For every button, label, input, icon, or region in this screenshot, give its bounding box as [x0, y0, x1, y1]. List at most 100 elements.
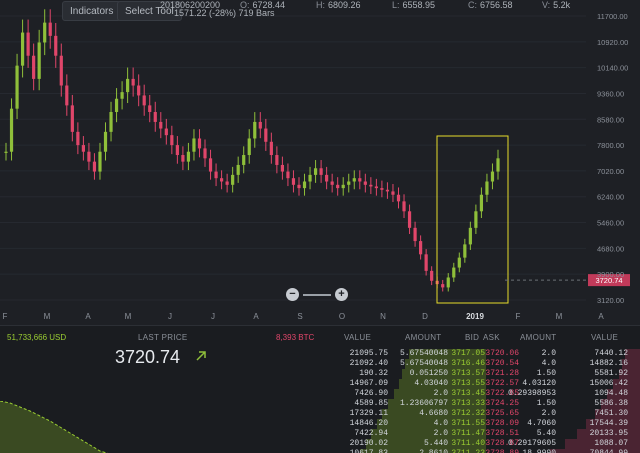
candle-body	[59, 55, 63, 86]
orderbook-cell: 3720.06	[485, 349, 519, 358]
y-tick-label: 3120.00	[597, 296, 624, 305]
x-tick-label: D	[422, 312, 428, 321]
orderbook-cell: 3713.33	[451, 399, 485, 408]
orderbook-cell: 5586.38	[594, 399, 628, 408]
orderbook-cell: 4.03120	[522, 379, 556, 388]
orderbook-cell: 4589.85	[354, 399, 388, 408]
zoom-in-button[interactable]: +	[335, 288, 348, 301]
candle-body	[214, 171, 218, 179]
candle-body	[463, 244, 467, 258]
zoom-control[interactable]: − +	[286, 288, 348, 302]
candle-body	[457, 257, 461, 268]
x-tick-label: M	[44, 312, 51, 321]
orderbook-cell: 3711.47	[451, 429, 485, 438]
orderbook-row[interactable]: 21092.40 5.67540048 3716.46 3720.54 4.0 14882…	[320, 359, 640, 369]
y-tick-label: 11700.00	[597, 12, 628, 21]
x-tick-label: 2019	[466, 312, 484, 321]
candle-body	[347, 181, 351, 185]
orderbook-cell: 2.8610	[419, 449, 448, 453]
price-chart[interactable]: 3720.74 11700.00 10920.00 10140.00 9360.00 8…	[0, 0, 640, 325]
candle-body	[247, 138, 251, 156]
candle-body	[76, 131, 80, 146]
candle-body	[87, 151, 91, 162]
candle-body	[43, 22, 47, 43]
zoom-out-button[interactable]: −	[286, 288, 299, 301]
ohlc-open: O: 6728.44	[240, 0, 285, 11]
orderbook-cell: 18.9990	[522, 449, 556, 453]
candle-body	[269, 141, 273, 156]
orderbook-row[interactable]: 17329.11 4.6680 3712.32 3725.65 2.0 7451.30	[320, 409, 640, 419]
orderbook-cell: 3712.32	[451, 409, 485, 418]
orderbook-cell: 3711.23	[451, 449, 485, 453]
orderbook-panel: 51,733,666 USD LAST PRICE 8,393 BTC 3720…	[0, 325, 640, 453]
candle-body	[396, 194, 401, 202]
candle-body	[137, 85, 141, 96]
candle-body	[181, 155, 185, 162]
orderbook-cell: 5.67540048	[399, 359, 448, 368]
orderbook-row[interactable]: 10617.83 2.86103711.233728.8918.9990 70844…	[320, 449, 640, 453]
indicators-button[interactable]: Indicators	[62, 1, 122, 21]
orderbook-rows: 21095.75 5.67540048 3717.05 3720.06 2.0 7440.…	[320, 349, 640, 453]
candle-body	[380, 188, 384, 190]
candle-body	[302, 181, 307, 189]
orderbook-cell: 17329.11	[349, 409, 388, 418]
volume-usd: 51,733,666 USD	[7, 333, 67, 342]
orderbook-row[interactable]: 14846.20 4.0 3711.55 3728.09 4.7060 17544.39	[320, 419, 640, 429]
orderbook-row[interactable]: 4589.85 1.23606797 3713.33 3724.25 1.50 5586.…	[320, 399, 640, 409]
candle-body	[468, 227, 472, 245]
ohlc-low: L: 6558.95	[392, 0, 435, 11]
orderbook-row[interactable]: 21095.75 5.67540048 3717.05 3720.06 2.0 7440.…	[320, 349, 640, 359]
orderbook-cell: 1.50	[536, 399, 556, 408]
orderbook-cell: 15006.42	[589, 379, 628, 388]
depth-chart	[0, 401, 109, 453]
ohlc-volume: V: 5.2k	[542, 0, 570, 11]
orderbook-cell: 14882.16	[589, 359, 628, 368]
candle-body	[236, 164, 240, 175]
orderbook-cell: 0.29179605	[507, 439, 556, 448]
candle-body	[120, 92, 124, 99]
y-tick-label: 10920.00	[597, 38, 628, 47]
y-tick-label: 5460.00	[597, 219, 624, 228]
x-tick-label: J	[211, 312, 215, 321]
orderbook-cell: 1088.07	[594, 439, 628, 448]
x-tick-label: S	[297, 312, 302, 321]
orderbook-cell: 4.0	[541, 359, 556, 368]
candle-body	[352, 178, 356, 182]
ohlc-open-value: 6728.44	[252, 0, 286, 10]
header-bid-amount: AMOUNT	[405, 333, 442, 342]
orderbook-row[interactable]: 14967.09 4.03040 3713.55 3722.57 4.03120 1500…	[320, 379, 640, 389]
candle-body	[142, 95, 146, 106]
orderbook-cell: 3713.55	[451, 379, 485, 388]
orderbook-cell: 2.0	[433, 389, 448, 398]
orderbook-row[interactable]: 7426.90 2.0 3713.45 3722.85 0.29398953 1094.4…	[320, 389, 640, 399]
orderbook-cell: 7426.90	[354, 389, 388, 398]
orderbook-row[interactable]: 7422.94 2.0 3711.47 3728.51 5.40 20133.95	[320, 429, 640, 439]
orderbook-cell: 21092.40	[349, 359, 388, 368]
candle-body	[419, 241, 423, 255]
candle-body	[54, 35, 58, 56]
candle-body	[15, 65, 19, 109]
candle-body	[253, 121, 257, 139]
zoom-slider[interactable]	[303, 294, 331, 296]
header-ask-value: VALUE	[591, 333, 619, 342]
orderbook-row[interactable]: 190.32 0.051250 3713.57 3721.28 1.50 5581.92	[320, 369, 640, 379]
candle-body	[286, 171, 290, 179]
orderbook-cell: 17544.39	[589, 419, 628, 428]
orderbook-row[interactable]: 20190.02 5.440 3711.40 3728.87 0.29179605 108…	[320, 439, 640, 449]
candle-body	[319, 168, 323, 175]
orderbook-cell: 3721.28	[485, 369, 519, 378]
header-bid-value: VALUE	[344, 333, 372, 342]
candle-body	[441, 284, 445, 288]
candle-body	[32, 55, 36, 79]
orderbook-cell: 3722.57	[485, 379, 519, 388]
x-tick-label: F	[3, 312, 8, 321]
orderbook-cell: 3713.57	[451, 369, 485, 378]
ohlc-high: H: 6809.26	[316, 0, 361, 11]
x-tick-label: O	[339, 312, 345, 321]
candle-body	[258, 121, 262, 129]
candlestick-chart[interactable]: 3720.74 11700.0010920.0010140.009360.008…	[0, 0, 640, 325]
orderbook-cell: 5.40	[536, 429, 556, 438]
orderbook-cell: 190.32	[359, 369, 388, 378]
orderbook-cell: 1.23606797	[399, 399, 448, 408]
candle-body	[175, 145, 179, 156]
